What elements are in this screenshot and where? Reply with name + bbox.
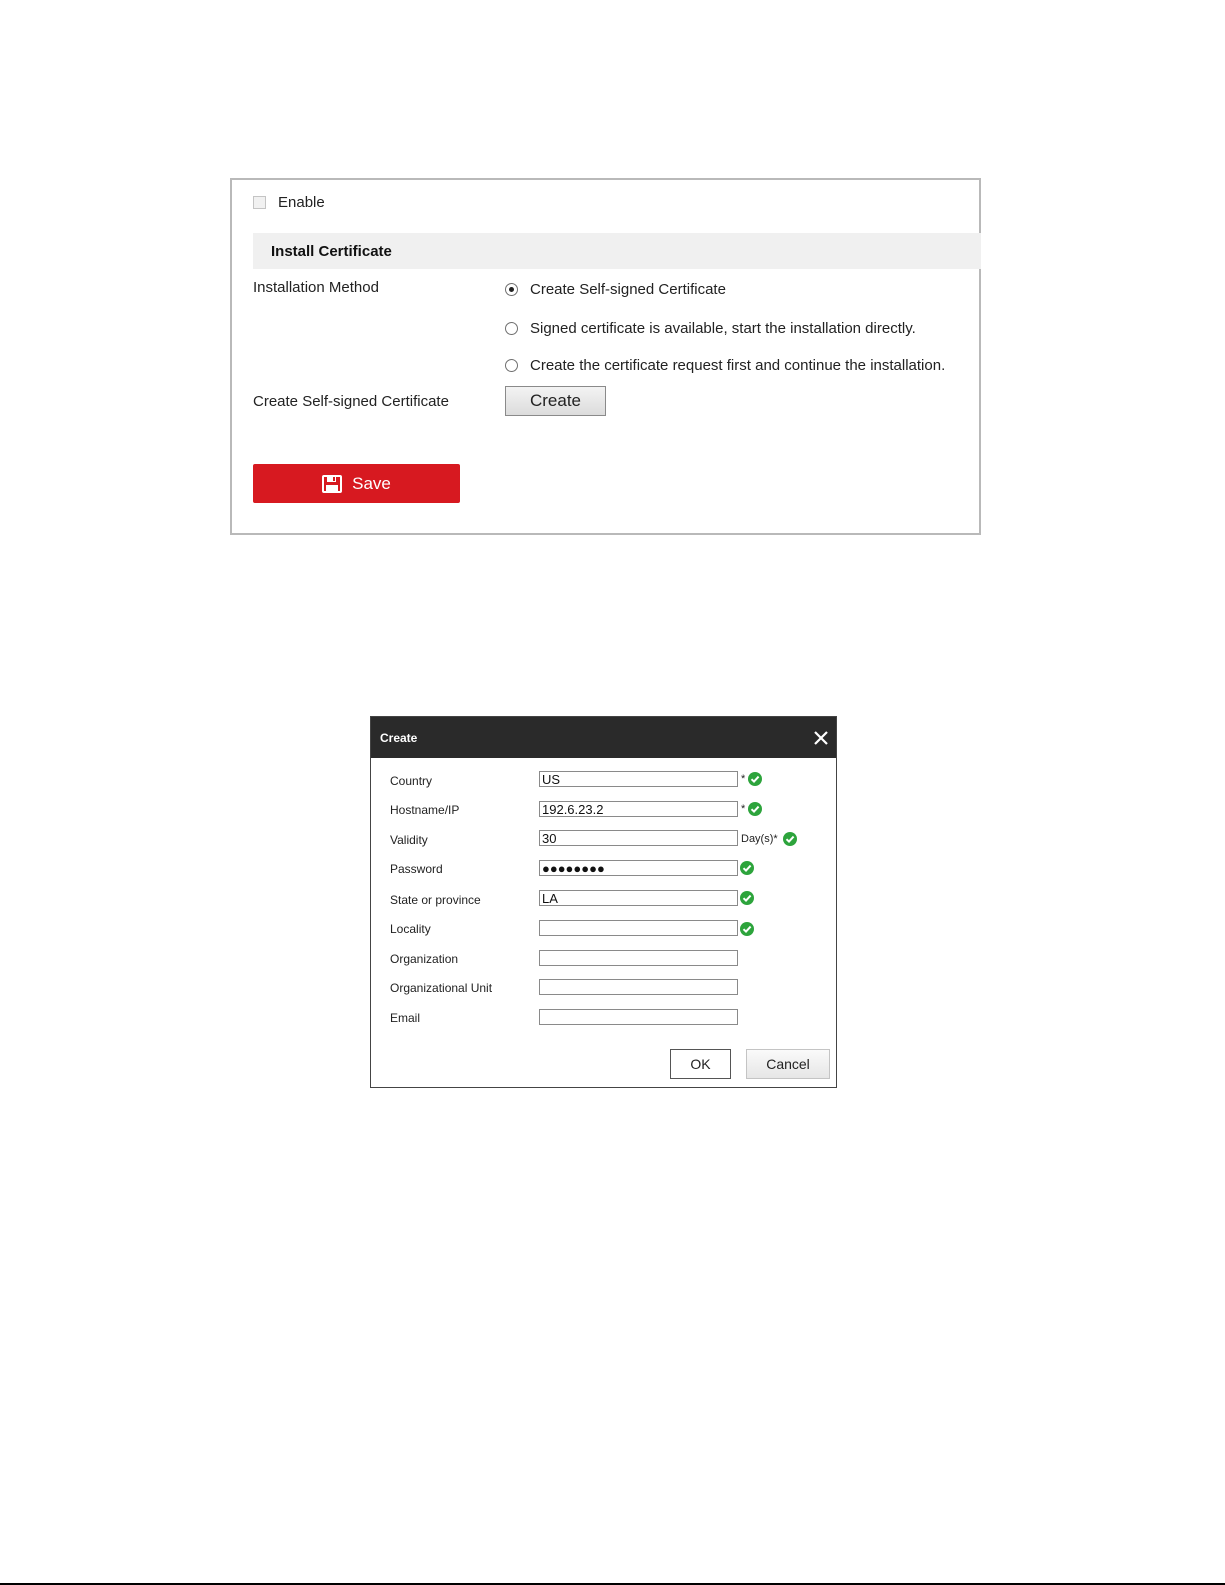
radio-button[interactable]	[505, 321, 518, 335]
organization-label: Organization	[390, 952, 459, 966]
enable-checkbox[interactable]	[253, 195, 266, 209]
valid-check-icon	[740, 922, 754, 936]
organizational-unit-field[interactable]	[539, 979, 738, 995]
radio-option-create-self-signed[interactable]: Create Self-signed Certificate	[505, 279, 726, 299]
radio-button[interactable]	[505, 282, 518, 296]
certificate-panel: Enable Install Certificate Installation …	[230, 178, 981, 535]
email-label: Email	[390, 1011, 421, 1025]
dialog-header: Create	[371, 717, 836, 758]
state-field[interactable]	[539, 890, 738, 906]
ok-button[interactable]: OK	[670, 1049, 731, 1079]
enable-row[interactable]: Enable	[253, 192, 325, 212]
install-certificate-header: Install Certificate	[253, 233, 981, 269]
hostname-field[interactable]	[539, 801, 738, 817]
valid-check-icon	[740, 861, 754, 875]
valid-check-icon	[748, 772, 762, 786]
close-icon[interactable]	[814, 731, 828, 745]
state-label: State or province	[390, 893, 481, 907]
radio-option-certificate-request[interactable]: Create the certificate request first and…	[505, 355, 945, 375]
organization-field[interactable]	[539, 950, 738, 966]
required-marker: *	[741, 803, 746, 815]
create-self-signed-label: Create Self-signed Certificate	[253, 393, 449, 410]
locality-label: Locality	[390, 922, 431, 936]
hostname-label: Hostname/IP	[390, 803, 460, 817]
email-field[interactable]	[539, 1009, 738, 1025]
radio-label: Create the certificate request first and…	[530, 356, 946, 374]
radio-button[interactable]	[505, 358, 518, 372]
section-title: Install Certificate	[271, 242, 392, 260]
cancel-button[interactable]: Cancel	[746, 1049, 830, 1079]
radio-label: Signed certificate is available, start t…	[530, 319, 916, 337]
password-field[interactable]	[539, 860, 738, 876]
enable-label: Enable	[278, 193, 325, 211]
installation-method-label: Installation Method	[253, 279, 379, 296]
save-icon	[322, 474, 343, 493]
save-label: Save	[352, 473, 391, 493]
save-button[interactable]: Save	[253, 464, 460, 503]
validity-label: Validity	[390, 833, 428, 847]
country-label: Country	[390, 774, 433, 788]
country-field[interactable]	[539, 771, 738, 787]
password-label: Password	[390, 862, 443, 876]
organizational-unit-label: Organizational Unit	[390, 981, 493, 995]
validity-field[interactable]	[539, 830, 738, 846]
valid-check-icon	[748, 802, 762, 816]
create-button[interactable]: Create	[505, 386, 606, 416]
radio-option-signed-available[interactable]: Signed certificate is available, start t…	[505, 318, 916, 338]
valid-check-icon	[740, 891, 754, 905]
create-dialog: Create Country * Hostname/IP * Validity …	[370, 716, 837, 1088]
valid-check-icon	[783, 832, 797, 846]
days-unit-label: Day(s)*	[741, 833, 778, 845]
locality-field[interactable]	[539, 920, 738, 936]
radio-label: Create Self-signed Certificate	[530, 280, 726, 298]
required-marker: *	[741, 773, 746, 785]
dialog-title: Create	[380, 731, 418, 745]
